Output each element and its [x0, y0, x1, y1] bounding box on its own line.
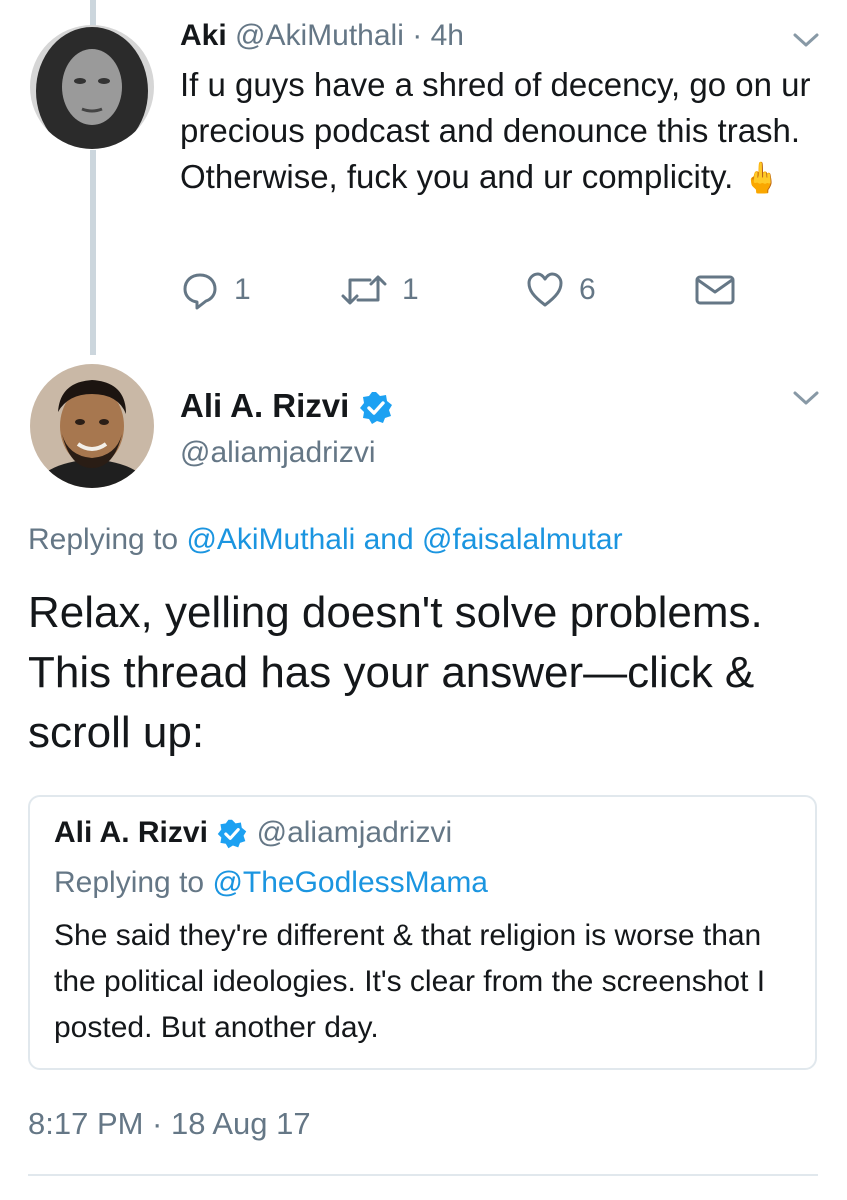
tweet-timestamp[interactable]: 8:17 PM · 18 Aug 17 — [28, 1102, 311, 1146]
verified-badge-icon — [360, 392, 393, 425]
like-count: 6 — [579, 273, 596, 306]
replying-to-label: Replying to — [54, 866, 205, 899]
tweet-header: Aki @AkiMuthali · 4h — [180, 14, 464, 58]
replying-to-and[interactable]: and — [364, 523, 414, 556]
reply-button[interactable]: 1 — [180, 268, 251, 312]
thread-connector-line — [90, 150, 96, 355]
tweet-body: If u guys have a shred of decency, go on… — [180, 62, 820, 202]
direct-message-icon — [695, 275, 735, 305]
tweet-text: If u guys have a shred of decency, go on… — [180, 66, 811, 195]
author-row: Ali A. Rizvi — [180, 384, 394, 428]
author-name[interactable]: Aki — [180, 19, 227, 52]
verified-badge-icon — [218, 819, 247, 849]
like-icon — [527, 272, 563, 307]
quoted-replying-to: Replying to @TheGodlessMama — [54, 861, 488, 905]
mention-link[interactable]: @faisalalmutar — [422, 523, 623, 556]
quoted-tweet-card[interactable]: Ali A. Rizvi @aliamjadrizvi Replying to … — [28, 795, 817, 1070]
tweet-time[interactable]: 4h — [431, 19, 464, 52]
reply-count: 1 — [234, 273, 251, 306]
author-name[interactable]: Ali A. Rizvi — [180, 387, 349, 424]
retweet-count: 1 — [402, 273, 419, 306]
tweet-actions: 1 1 6 — [180, 268, 740, 312]
header-separator: · — [412, 19, 423, 52]
retweet-icon — [341, 275, 387, 305]
direct-message-button[interactable] — [694, 268, 736, 312]
avatar-aki[interactable] — [30, 25, 154, 149]
replying-to: Replying to @AkiMuthali and @faisalalmut… — [28, 518, 623, 562]
mention-link[interactable]: @TheGodlessMama — [212, 866, 488, 899]
divider — [28, 1174, 818, 1176]
replying-to-label: Replying to — [28, 523, 179, 556]
like-button[interactable]: 6 — [525, 268, 596, 312]
author-handle[interactable]: @AkiMuthali — [235, 19, 404, 52]
retweet-button[interactable]: 1 — [340, 268, 419, 312]
tweet-body: Relax, yelling doesn't solve problems. T… — [28, 588, 763, 757]
chevron-down-icon[interactable] — [792, 388, 820, 408]
chevron-down-icon[interactable] — [792, 30, 820, 50]
mention-link[interactable]: @AkiMuthali — [186, 523, 355, 556]
quoted-author-handle: @aliamjadrizvi — [256, 816, 453, 849]
author-handle[interactable]: @aliamjadrizvi — [180, 432, 376, 474]
reply-icon — [183, 273, 217, 310]
avatar-ali-rizvi[interactable] — [30, 364, 154, 488]
quoted-tweet-body: She said they're different & that religi… — [54, 919, 766, 1044]
middle-finger-emoji: 🖕 — [742, 162, 780, 195]
quoted-author-name: Ali A. Rizvi — [54, 816, 208, 849]
quoted-author-row: Ali A. Rizvi @aliamjadrizvi — [54, 811, 452, 855]
